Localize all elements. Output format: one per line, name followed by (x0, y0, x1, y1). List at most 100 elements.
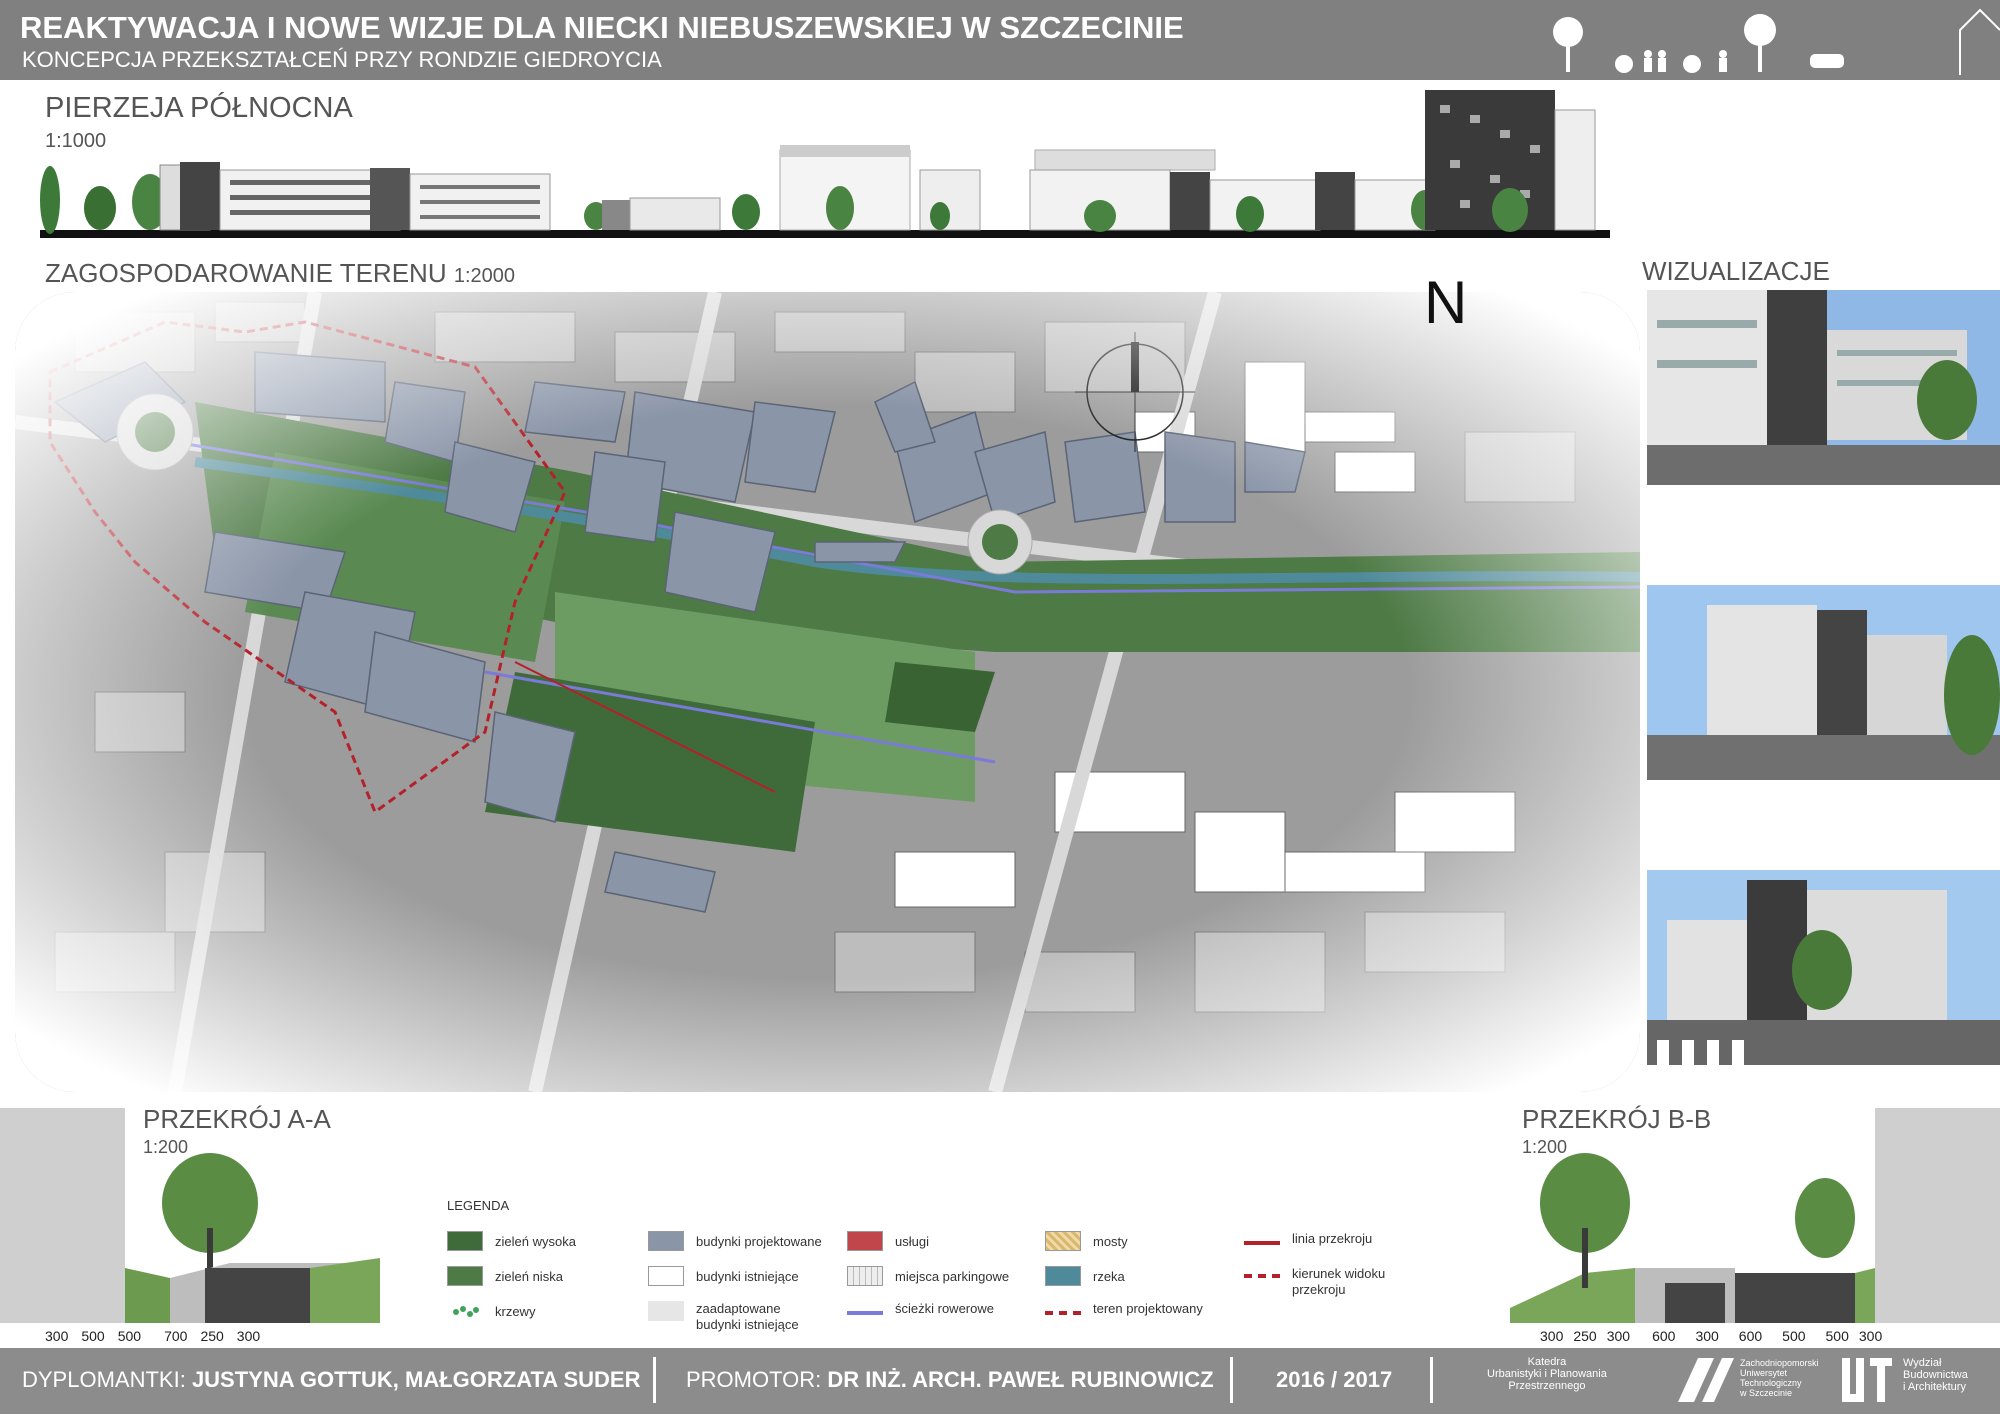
elevation-trees-left (40, 166, 168, 234)
dim: 300 (1695, 1328, 1719, 1344)
legend-item: zaadaptowane budynki istniejące (648, 1301, 806, 1333)
dim: 600 (1738, 1328, 1763, 1344)
promotor-name: DR INŻ. ARCH. PAWEŁ RUBINOWICZ (827, 1367, 1214, 1392)
legend-label: zieleń wysoka (495, 1233, 576, 1249)
poster-subtitle: KONCEPCJA PRZEKSZTAŁCEŃ PRZY RONDZIE GIE… (22, 47, 662, 72)
dim: 250 (200, 1328, 224, 1344)
department: Katedra Urbanistyki i Planowania Przestr… (1487, 1356, 1607, 1392)
zut-logo-icon (1678, 1358, 1734, 1402)
legend-label: zieleń niska (495, 1268, 563, 1284)
university: Zachodniopomorski Uniwersytet Technologi… (1740, 1358, 1819, 1398)
legend-swatch (447, 1266, 483, 1286)
dim: 300 (45, 1328, 69, 1344)
legend-item: usługi (847, 1231, 929, 1251)
legend-swatch (847, 1231, 883, 1251)
authors-names: JUSTYNA GOTTUK, MAŁGORZATA SUDER (191, 1367, 641, 1392)
legend-label: mosty (1093, 1233, 1128, 1249)
section-aa-dimensions: 300 500 500 700 250 300 (45, 1328, 260, 1344)
site-plan-scale: 1:2000 (453, 265, 516, 287)
section-bb-drawing (1510, 1108, 2000, 1323)
legend-item: krzewy (447, 1301, 535, 1321)
dim: 500 (1782, 1328, 1806, 1344)
poster-title: REAKTYWACJA I NOWE WIZJE DLA NIECKI NIEB… (20, 10, 1184, 45)
faculty-logo-icon (1842, 1358, 1892, 1402)
dim: 500 (81, 1328, 105, 1344)
visualization-2 (1647, 585, 2000, 780)
dim: 700 (164, 1328, 188, 1344)
section-bb-dimensions: 300 250 300 600 300 600 500 500 300 (1540, 1328, 1882, 1344)
dim: 600 (1652, 1328, 1676, 1344)
promotor: PROMOTOR: DR INŻ. ARCH. PAWEŁ RUBINOWICZ (686, 1367, 1214, 1393)
dim: 300 (236, 1328, 261, 1344)
promotor-label: PROMOTOR: (686, 1367, 822, 1392)
visualization-3 (1647, 870, 2000, 1065)
header-pictograms (1530, 0, 2000, 80)
uni-line: Zachodniopomorski (1740, 1358, 1819, 1368)
legend-item: ścieżki rowerowe (847, 1301, 994, 1316)
footer-divider (1430, 1357, 1433, 1403)
car-icon (1810, 54, 1844, 68)
legend-item: kierunek widoku przekroju (1244, 1266, 1402, 1298)
poster: { "header": { "title": "REAKTYWACJA I NO… (0, 0, 2000, 1414)
uni-line: Uniwersytet (1740, 1368, 1788, 1378)
legend-swatch (1045, 1231, 1081, 1251)
faculty-line: i Architektury (1903, 1381, 1966, 1393)
dim: 500 (1825, 1328, 1849, 1344)
legend-swatch (648, 1231, 684, 1251)
dept-line: Katedra (1527, 1356, 1567, 1368)
legend-swatch (1045, 1266, 1081, 1286)
visualization-1 (1647, 290, 2000, 485)
dim: 300 (1606, 1328, 1631, 1344)
tree-icon (1553, 17, 1583, 47)
section-aa-drawing (0, 1108, 380, 1323)
legend-label: linia przekroju (1292, 1231, 1373, 1246)
legend-label: rzeka (1093, 1268, 1125, 1284)
footer-divider (1230, 1357, 1233, 1403)
uni-line: w Szczecinie (1740, 1388, 1793, 1398)
dim: 300 (1540, 1328, 1564, 1344)
legend-label: kierunek widoku przekroju (1292, 1266, 1386, 1297)
legend-item: linia przekroju (1244, 1231, 1372, 1246)
legend-label: budynki projektowane (696, 1233, 822, 1249)
faculty-line: Wydział (1903, 1357, 1942, 1369)
faculty-line: Budownictwa (1903, 1369, 1968, 1381)
uni-line: Technologiczny (1740, 1378, 1802, 1388)
legend-swatch (447, 1231, 483, 1251)
site-plan-title: ZAGOSPODAROWANIE TERENU 1:2000 (45, 258, 515, 289)
legend-swatch (1244, 1232, 1280, 1245)
legend-label: teren projektowany (1093, 1301, 1203, 1316)
north-arrow-label: N (1424, 269, 1468, 336)
legend-swatch (1244, 1266, 1280, 1278)
footer-divider (653, 1357, 656, 1403)
authors: DYPLOMANTKI: JUSTYNA GOTTUK, MAŁGORZATA … (22, 1367, 640, 1393)
legend-label: ścieżki rowerowe (895, 1301, 994, 1316)
legend-label: krzewy (495, 1303, 536, 1319)
legend-swatch (648, 1301, 684, 1321)
authors-label: DYPLOMANTKI: (22, 1367, 186, 1392)
legend-item: miejsca parkingowe (847, 1266, 1009, 1286)
visualizations-title: WIZUALIZACJE (1642, 256, 1830, 286)
legend-label: zaadaptowane budynki istniejące (696, 1301, 799, 1332)
legend-label: budynki istniejące (696, 1268, 799, 1284)
dept-line: Przestrzennego (1508, 1380, 1586, 1392)
legend-title: LEGENDA (447, 1198, 510, 1213)
dim: 500 (117, 1328, 142, 1344)
legend-swatch (648, 1266, 684, 1286)
legend-item: rzeka (1045, 1266, 1125, 1286)
dim: 250 (1573, 1328, 1597, 1344)
elevation-drawing (40, 90, 1610, 238)
legend-swatch (447, 1301, 483, 1321)
legend-label: usługi (895, 1233, 929, 1249)
faculty: Wydział Budownictwa i Architektury (1903, 1357, 1968, 1393)
legend-item: budynki projektowane (648, 1231, 822, 1251)
dept-line: Urbanistyki i Planowania (1487, 1368, 1607, 1380)
legend-item: teren projektowany (1045, 1301, 1203, 1316)
academic-year: 2016 / 2017 (1276, 1367, 1393, 1392)
legend-swatch (1045, 1302, 1081, 1315)
legend-item: mosty (1045, 1231, 1128, 1251)
legend-item: budynki istniejące (648, 1266, 799, 1286)
legend-swatch (847, 1302, 883, 1315)
site-plan-map (15, 292, 1640, 1092)
legend-label: miejsca parkingowe (895, 1268, 1010, 1284)
site-plan-title-text: ZAGOSPODAROWANIE TERENU (45, 258, 447, 288)
